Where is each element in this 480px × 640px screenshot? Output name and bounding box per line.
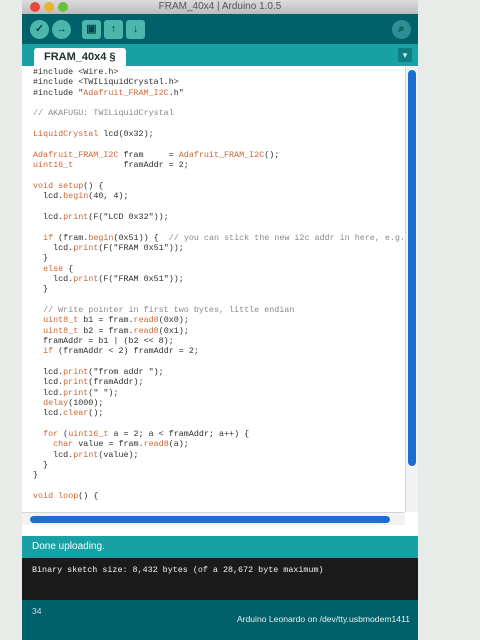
code-line: for (uint16_t a = 2; a < framAddr; a++) … (43, 429, 250, 440)
code-line: if (fram.begin(0x51)) { // you can stick… (43, 232, 405, 243)
code-line: lcd.print(F("LCD 0x32")); (33, 211, 169, 222)
status-message: Done uploading. (32, 541, 105, 552)
status-bar: Done uploading. (22, 536, 418, 558)
code-line: // Write pointer in first two bytes, lit… (43, 304, 295, 315)
board-port-label: Arduino Leonardo on /dev/tty.usbmodem141… (236, 614, 410, 624)
code-line: } (33, 284, 49, 295)
serial-monitor-button[interactable]: ⌕ (392, 20, 411, 39)
code-line: if (framAddr < 2) framAddr = 2; (43, 346, 199, 357)
arrow-down-icon: ↓ (132, 23, 139, 35)
code-line: ​ (33, 295, 405, 305)
vertical-scrollbar[interactable] (405, 66, 418, 512)
toolbar: ✓ → ▣ ↑ ↓ ⌕ (22, 14, 418, 44)
code-line: #include <Wire.h> (33, 67, 119, 77)
code-editor[interactable]: #include <Wire.h> #include <TWILiquidCrys… (22, 66, 405, 512)
code-line: else { (43, 263, 74, 274)
code-line: Adafruit_FRAM_I2C fram = Adafruit_FRAM_I… (33, 149, 280, 160)
horizontal-scroll-thumb[interactable] (30, 516, 390, 523)
code-line: void loop() { (33, 491, 99, 502)
code-line: ​ (33, 222, 405, 232)
code-text[interactable]: #include <Wire.h> #include <TWILiquidCrys… (22, 66, 405, 501)
code-line: uint8_t b2 = fram.read8(0x1); (43, 325, 189, 336)
code-line: framAddr = b1 | (b2 << 8); (33, 335, 174, 346)
arduino-ide-window: FRAM_40x4 | Arduino 1.0.5 ✓ → ▣ ↑ ↓ ⌕ FR… (22, 0, 418, 640)
code-line: } (33, 470, 39, 481)
save-sketch-button[interactable]: ↓ (126, 20, 145, 39)
console-message: Binary sketch size: 8,432 bytes (of a 28… (32, 565, 324, 575)
arrow-up-icon: ↑ (110, 23, 117, 35)
check-icon: ✓ (34, 23, 45, 35)
code-line: uint8_t b1 = fram.read8(0x0); (43, 315, 189, 326)
title-bar: FRAM_40x4 | Arduino 1.0.5 (22, 0, 418, 14)
code-line: void setup() { (33, 180, 104, 191)
line-number: 34 (32, 606, 42, 616)
new-sketch-button[interactable]: ▣ (82, 20, 101, 39)
code-line: ​ (33, 139, 405, 149)
code-line: lcd.begin(40, 4); (33, 191, 129, 202)
vertical-scroll-thumb[interactable] (408, 70, 416, 466)
tab-bar: FRAM_40x4 § ▾ (22, 44, 418, 66)
horizontal-scrollbar[interactable] (22, 512, 405, 525)
magnifier-icon: ⌕ (398, 23, 405, 35)
arrow-right-icon: → (56, 23, 67, 35)
code-line: #include "Adafruit_FRAM_I2C.h" (33, 87, 184, 98)
code-line: ​ (33, 170, 405, 180)
tab-fram-40x4[interactable]: FRAM_40x4 § (34, 48, 126, 66)
code-line: lcd.print("from addr "); (33, 366, 164, 377)
tab-menu-button[interactable]: ▾ (398, 48, 412, 62)
code-line: ​ (33, 419, 405, 429)
code-line: lcd.print(framAddr); (33, 377, 144, 388)
window-title: FRAM_40x4 | Arduino 1.0.5 (158, 1, 282, 12)
code-line: uint16_t framAddr = 2; (33, 160, 189, 171)
chevron-down-icon: ▾ (402, 50, 408, 60)
code-line: lcd.print(value); (33, 449, 139, 460)
code-line: delay(1000); (43, 398, 104, 408)
code-line: } (33, 253, 49, 264)
code-line: LiquidCrystal lcd(0x32); (33, 129, 154, 140)
code-line: ​ (33, 119, 405, 129)
code-line: } (33, 460, 49, 471)
code-line: ​ (33, 98, 405, 108)
code-line: lcd.print(F("FRAM 0x51")); (33, 273, 184, 284)
footer-bar: 34 Arduino Leonardo on /dev/tty.usbmodem… (22, 600, 418, 640)
code-line: #include <TWILiquidCrystal.h> (33, 77, 179, 88)
code-line: ​ (33, 481, 405, 491)
code-line: lcd.clear(); (33, 408, 104, 419)
open-sketch-button[interactable]: ↑ (104, 20, 123, 39)
console-output: Binary sketch size: 8,432 bytes (of a 28… (22, 558, 418, 602)
upload-button[interactable]: → (52, 20, 71, 39)
code-line: char value = fram.read8(a); (53, 439, 189, 450)
code-line: lcd.print(F("FRAM 0x51")); (33, 242, 184, 253)
code-line: // AKAFUGU: TWILiquidCrystal (33, 108, 174, 119)
code-line: ​ (33, 201, 405, 211)
code-line: lcd.print(" "); (33, 387, 119, 398)
code-line: ​ (33, 357, 405, 367)
verify-button[interactable]: ✓ (30, 20, 49, 39)
new-file-icon: ▣ (86, 23, 97, 35)
